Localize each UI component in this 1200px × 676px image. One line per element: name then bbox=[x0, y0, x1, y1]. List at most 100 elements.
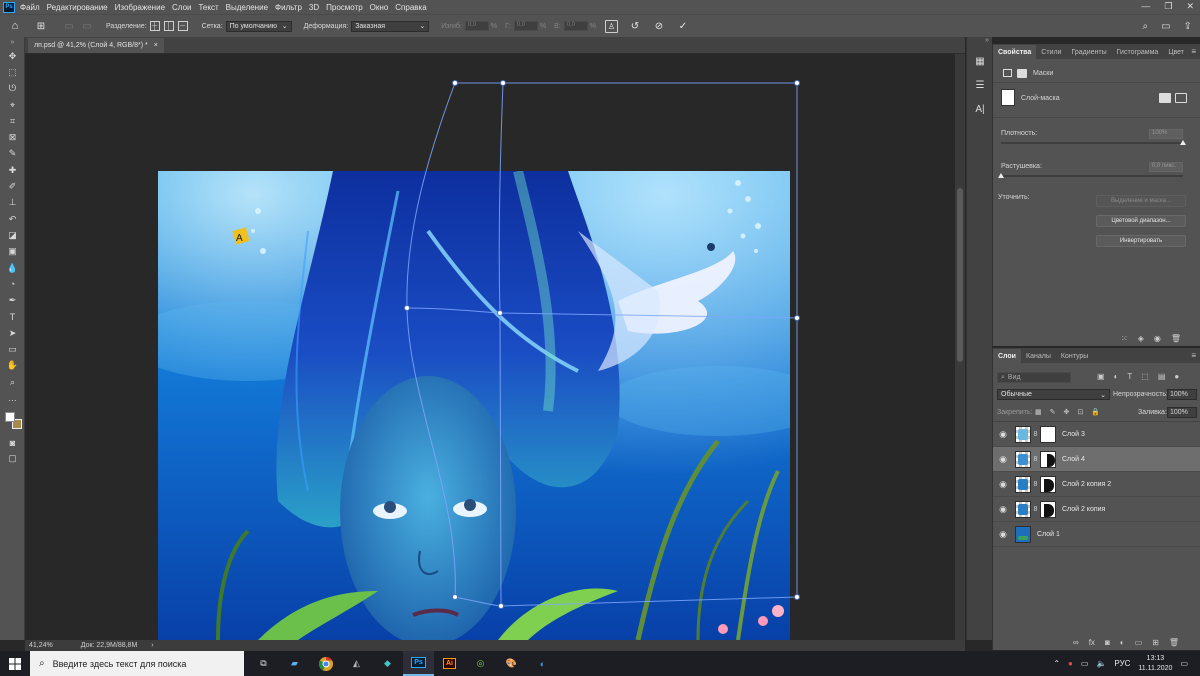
tab-paths[interactable]: Контуры bbox=[1056, 349, 1093, 363]
density-slider-knob[interactable] bbox=[1180, 140, 1186, 145]
tab-gradients[interactable]: Градиенты bbox=[1066, 45, 1111, 59]
tab-color[interactable]: Цвет bbox=[1163, 45, 1189, 59]
zoom-tool-icon[interactable]: ⌕ bbox=[0, 374, 25, 390]
lock-transparency-icon[interactable]: ▦ bbox=[1035, 408, 1042, 416]
layer-mask-thumbnail[interactable] bbox=[1040, 500, 1056, 518]
swatches-panel-icon[interactable]: ▦ bbox=[971, 53, 989, 69]
menu-help[interactable]: Справка bbox=[395, 3, 426, 12]
language-indicator[interactable]: РУС bbox=[1114, 659, 1130, 668]
gradient-tool-icon[interactable]: ▣ bbox=[0, 244, 25, 260]
tab-channels[interactable]: Каналы bbox=[1021, 349, 1056, 363]
workspace-icon[interactable]: ▭ bbox=[1161, 21, 1170, 32]
confirm-transform-icon[interactable]: ✓ bbox=[676, 21, 690, 32]
add-mask-icon[interactable]: ◙ bbox=[1105, 638, 1110, 647]
lasso-tool-icon[interactable]: ᘎ bbox=[0, 81, 25, 97]
app-icon[interactable]: ◭ bbox=[341, 651, 372, 676]
paint-icon[interactable]: 🎨 bbox=[496, 651, 527, 676]
menu-image[interactable]: Изображение bbox=[115, 3, 165, 12]
warp-select[interactable]: Заказная ⌄ bbox=[351, 20, 430, 32]
character-panel-icon[interactable]: A| bbox=[971, 101, 989, 117]
close-icon[interactable]: ✕ bbox=[1186, 1, 1194, 12]
menu-file[interactable]: Файл bbox=[20, 3, 40, 12]
collapse-toolbar-icon[interactable]: » bbox=[0, 37, 25, 48]
layer-filter-search[interactable]: ⌕ Вид bbox=[997, 372, 1071, 383]
new-layer-icon[interactable]: ⊞ bbox=[1152, 638, 1159, 647]
apply-mask-icon[interactable] bbox=[1175, 93, 1187, 103]
search-icon[interactable]: ⌕ bbox=[1143, 21, 1149, 32]
layer-row[interactable]: ◉ 8 Слой 2 копия 2 bbox=[993, 472, 1200, 497]
filter-type-icon[interactable]: T bbox=[1127, 372, 1132, 381]
link-icon[interactable]: 8 bbox=[1031, 481, 1040, 488]
tab-properties[interactable]: Свойства bbox=[993, 45, 1037, 59]
menu-3d[interactable]: 3D bbox=[309, 3, 319, 12]
quick-mask-icon[interactable]: ◙ bbox=[0, 435, 25, 451]
link-icon[interactable]: 8 bbox=[1031, 456, 1040, 463]
frame-tool-icon[interactable]: ⊠ bbox=[0, 129, 25, 145]
type-tool-icon[interactable]: T bbox=[0, 309, 25, 325]
share-icon[interactable]: ⇪ bbox=[1184, 21, 1192, 32]
fill-input[interactable]: 100% bbox=[1167, 407, 1197, 418]
lock-position-icon[interactable]: ✥ bbox=[1064, 408, 1070, 416]
filter-smart-icon[interactable]: ▤ bbox=[1158, 372, 1166, 381]
speaker-icon[interactable]: 🔈 bbox=[1096, 659, 1106, 668]
healing-brush-tool-icon[interactable]: ✚ bbox=[0, 162, 25, 178]
layer-mask-thumbnail[interactable] bbox=[1040, 475, 1056, 493]
trash-icon[interactable]: 🗑 bbox=[1171, 334, 1181, 343]
network-icon[interactable]: ▭ bbox=[1081, 659, 1089, 668]
app-icon[interactable]: ◎ bbox=[465, 651, 496, 676]
more-tools-icon[interactable]: … bbox=[0, 390, 25, 406]
lock-pixels-icon[interactable]: ✎ bbox=[1050, 408, 1056, 416]
chevron-up-icon[interactable]: ⌃ bbox=[1053, 659, 1060, 668]
puppet-warp-icon[interactable]: ♙ bbox=[604, 19, 618, 33]
history-brush-tool-icon[interactable]: ↶ bbox=[0, 211, 25, 227]
layer-mask-thumbnail[interactable] bbox=[1040, 425, 1056, 443]
feather-input[interactable]: 0,0 пикс. bbox=[1149, 162, 1183, 172]
rectangle-tool-icon[interactable]: ▭ bbox=[0, 341, 25, 357]
blend-mode-select[interactable]: Обычные ⌄ bbox=[997, 389, 1110, 400]
crop-tool-icon[interactable]: ⌗ bbox=[0, 113, 25, 129]
transform-mode-icon[interactable]: ⊞ bbox=[34, 21, 48, 32]
split-vertical-icon[interactable]: │ bbox=[163, 21, 174, 31]
layer-style-icon[interactable]: fx bbox=[1089, 638, 1095, 647]
color-swatches[interactable] bbox=[0, 407, 25, 435]
eyedropper-tool-icon[interactable]: ✎ bbox=[0, 146, 25, 162]
app-icon[interactable]: ◆ bbox=[372, 651, 403, 676]
trash-icon[interactable]: 🗑 bbox=[1169, 638, 1179, 647]
blur-tool-icon[interactable]: 💧 bbox=[0, 260, 25, 276]
opacity-input[interactable]: 100% bbox=[1167, 389, 1197, 400]
vector-mask-icon[interactable] bbox=[1017, 69, 1027, 78]
clock[interactable]: 13:13 11.11.2020 bbox=[1138, 654, 1172, 674]
filter-toggle-icon[interactable]: ● bbox=[1174, 372, 1179, 381]
adjustment-layer-icon[interactable]: ◐ bbox=[1120, 638, 1125, 647]
zoom-level[interactable]: 41,24% bbox=[29, 642, 53, 649]
tab-histogram[interactable]: Гистограмма bbox=[1112, 45, 1164, 59]
visibility-eye-icon[interactable]: ◉ bbox=[993, 429, 1013, 440]
density-input[interactable]: 100% bbox=[1149, 129, 1183, 139]
lock-artboard-icon[interactable]: ⊡ bbox=[1077, 408, 1083, 416]
edge-icon[interactable]: ◐ bbox=[527, 651, 558, 676]
task-view-icon[interactable]: ⧉ bbox=[248, 651, 279, 676]
artwork-image[interactable]: A bbox=[158, 171, 790, 640]
layer-row[interactable]: ◉ Слой 1 bbox=[993, 522, 1200, 547]
link-icon[interactable]: 8 bbox=[1031, 506, 1040, 513]
cancel-transform-icon[interactable]: ⊘ bbox=[652, 21, 666, 32]
start-button[interactable] bbox=[0, 651, 30, 676]
collapse-panels-icon[interactable]: » bbox=[967, 37, 992, 45]
layer-mask-thumbnail[interactable] bbox=[1040, 450, 1056, 468]
path-selection-tool-icon[interactable]: ➤ bbox=[0, 325, 25, 341]
menu-select[interactable]: Выделение bbox=[226, 3, 268, 12]
restore-icon[interactable]: ❐ bbox=[1164, 1, 1172, 12]
tab-styles[interactable]: Стили bbox=[1036, 45, 1066, 59]
undo-icon[interactable]: ↺ bbox=[628, 21, 642, 32]
hand-tool-icon[interactable]: ✋ bbox=[0, 358, 25, 374]
layer-row[interactable]: ◉ 8 Слой 2 копия bbox=[993, 497, 1200, 522]
load-selection-icon[interactable]: ⁙ bbox=[1121, 334, 1128, 343]
panel-menu-icon[interactable]: ≡ bbox=[1191, 351, 1196, 360]
adjustments-panel-icon[interactable]: ☰ bbox=[971, 77, 989, 93]
pixel-mask-icon[interactable] bbox=[1003, 69, 1012, 77]
layer-name[interactable]: Слой 3 bbox=[1062, 431, 1085, 438]
lock-all-icon[interactable]: 🔒 bbox=[1091, 408, 1100, 416]
minimize-icon[interactable]: — bbox=[1141, 1, 1150, 12]
visibility-eye-icon[interactable]: ◉ bbox=[993, 479, 1013, 490]
visibility-eye-icon[interactable]: ◉ bbox=[993, 504, 1013, 515]
